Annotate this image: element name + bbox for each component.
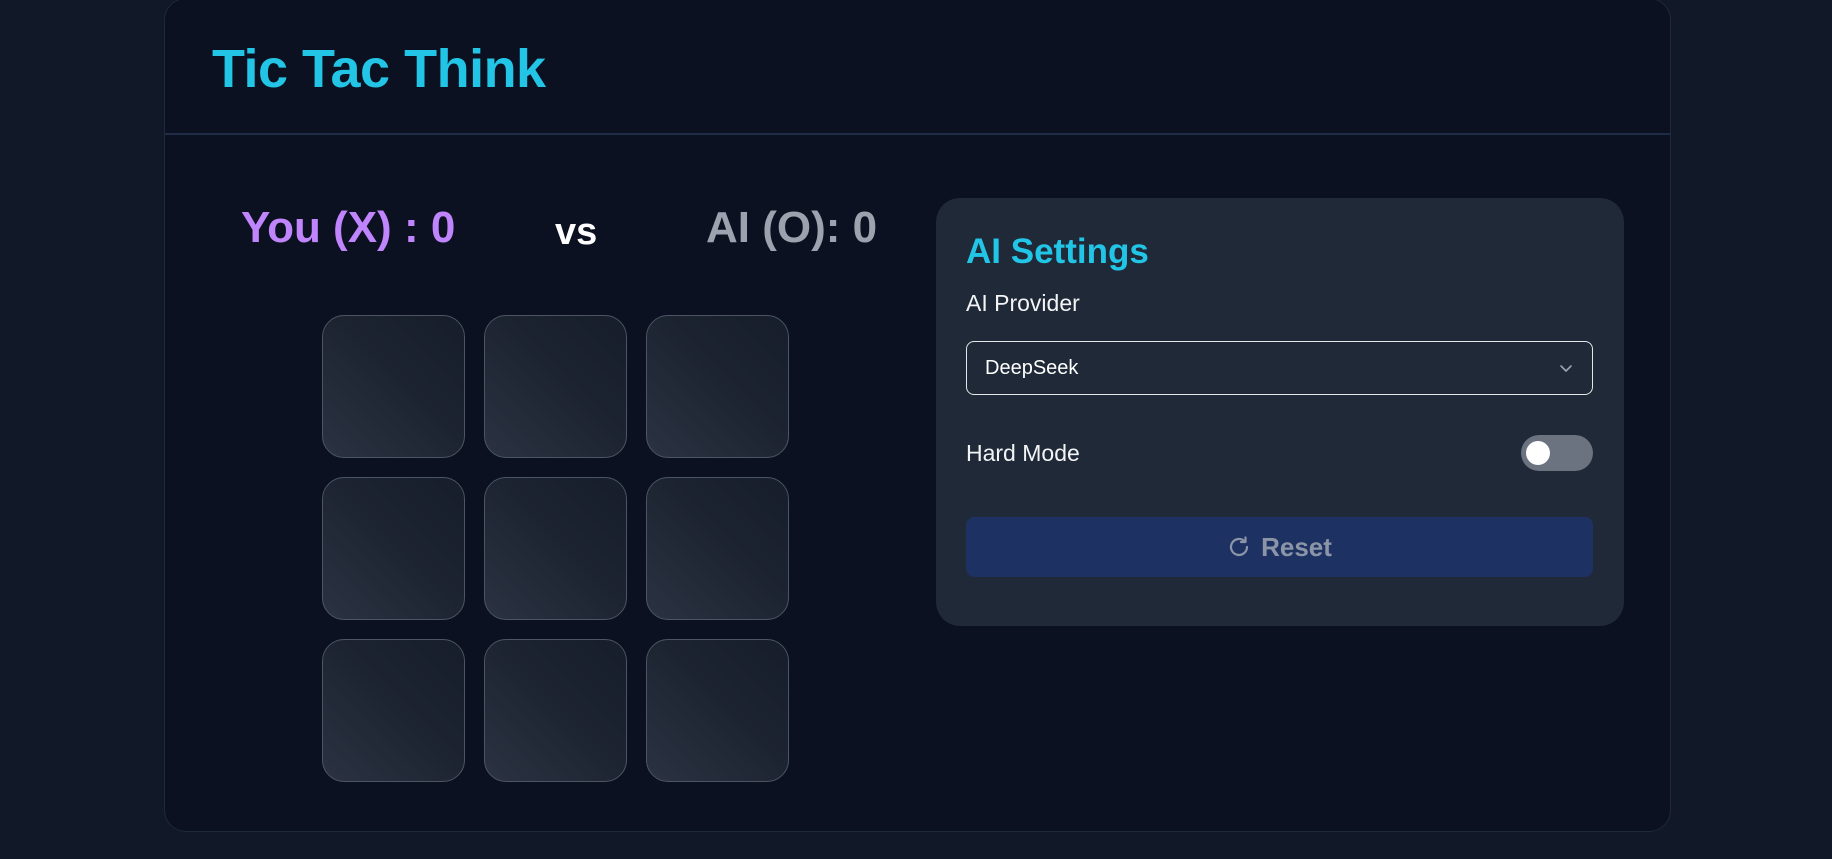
reset-label: Reset: [1261, 531, 1332, 562]
board-cell-3[interactable]: [646, 315, 789, 458]
app-title: Tic Tac Think: [212, 39, 546, 99]
hard-mode-row: Hard Mode: [966, 435, 1593, 471]
provider-select[interactable]: DeepSeek: [966, 341, 1593, 395]
game-card: Tic Tac Think You (X) : 0 vs AI (O): 0 A…: [164, 0, 1671, 832]
reset-button[interactable]: Reset: [966, 517, 1593, 577]
player-score: You (X) : 0: [241, 203, 456, 252]
provider-select-value: DeepSeek: [985, 356, 1079, 379]
ai-score: AI (O): 0: [706, 203, 878, 252]
refresh-icon: [1229, 536, 1249, 556]
versus-label: vs: [555, 211, 598, 253]
provider-label: AI Provider: [966, 290, 1080, 316]
board-cell-4[interactable]: [322, 477, 465, 620]
board-cell-1[interactable]: [322, 315, 465, 458]
game-board: [322, 315, 789, 782]
board-cell-5[interactable]: [484, 477, 627, 620]
scoreboard: You (X) : 0 vs AI (O): 0: [165, 195, 925, 265]
header: Tic Tac Think: [165, 0, 1670, 135]
hard-mode-label: Hard Mode: [966, 439, 1080, 466]
ai-settings-panel: AI Settings AI Provider DeepSeek Hard Mo…: [936, 198, 1624, 626]
board-cell-8[interactable]: [484, 639, 627, 782]
settings-title: AI Settings: [966, 232, 1149, 271]
toggle-knob: [1526, 441, 1550, 465]
chevron-down-icon: [1560, 365, 1572, 372]
hard-mode-toggle[interactable]: [1521, 435, 1593, 471]
board-cell-2[interactable]: [484, 315, 627, 458]
board-cell-6[interactable]: [646, 477, 789, 620]
board-cell-7[interactable]: [322, 639, 465, 782]
board-cell-9[interactable]: [646, 639, 789, 782]
